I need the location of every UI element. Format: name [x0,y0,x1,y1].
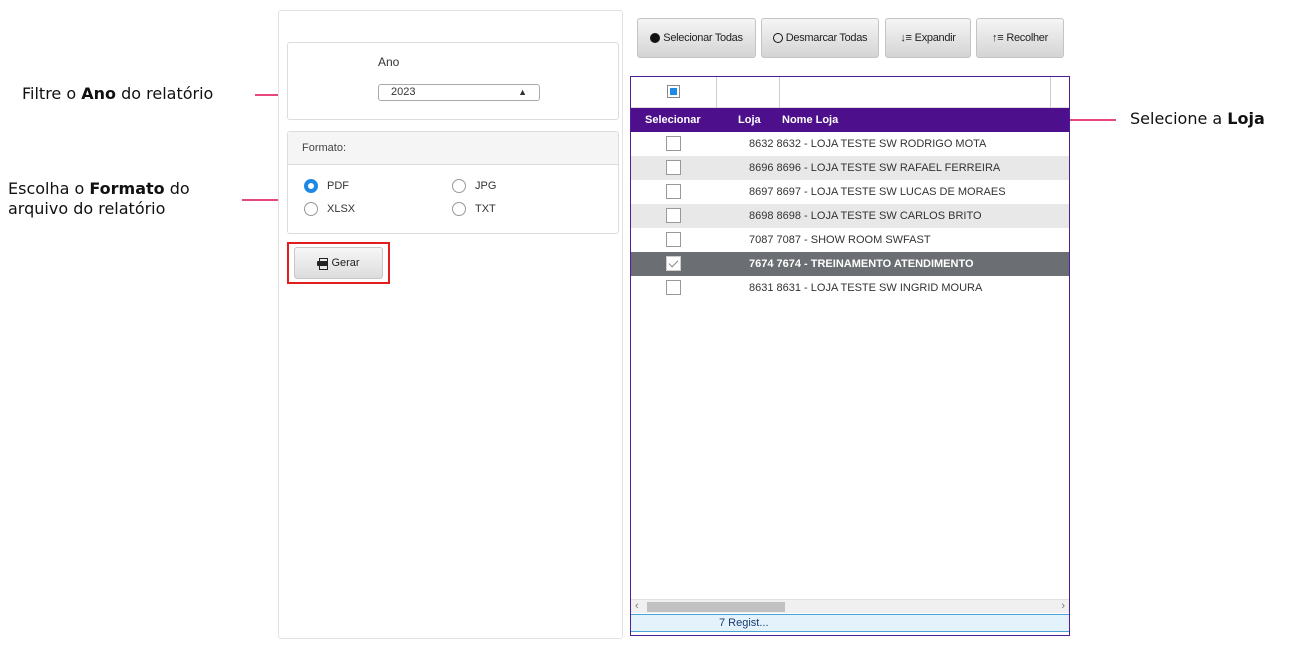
gerar-highlight-frame: Gerar [287,242,390,284]
scroll-left-icon[interactable]: ‹ [635,600,639,613]
table-row[interactable]: 8698 8698 - LOJA TESTE SW CARLOS BRITO [631,204,1069,228]
collapse-button[interactable]: ↑≡ Recolher [976,18,1064,58]
radio-unchecked-icon [452,179,466,193]
select-all-label: Selecionar Todas [663,32,743,44]
radio-txt[interactable]: TXT [452,202,496,216]
row-checkbox[interactable] [666,208,681,223]
table-row[interactable]: 7087 7087 - SHOW ROOM SWFAST [631,228,1069,252]
empty-circle-icon [772,33,783,43]
filter-cell-nome[interactable] [780,77,1051,108]
radio-label: PDF [327,180,349,192]
gerar-button-label: Gerar [331,257,360,269]
radio-unchecked-icon [452,202,466,216]
annotation-text: do relatório [116,84,214,103]
grid-filter-row [631,77,1069,108]
annotation-bold: Ano [81,84,116,103]
annotation-line-loja [1070,119,1116,121]
annotation-ano: Filtre o Ano do relatório [22,84,213,104]
annotation-text: arquivo do relatório [8,199,166,218]
col-header-nome-loja[interactable]: Nome Loja [782,108,838,132]
annotation-formato: Escolha o Formato do arquivo do relatóri… [8,179,190,219]
grid-rows: 8632 8632 - LOJA TESTE SW RODRIGO MOTA 8… [631,132,1069,300]
radio-jpg[interactable]: JPG [452,179,496,193]
row-checkbox[interactable] [666,136,681,151]
row-checkbox[interactable] [666,232,681,247]
annotation-text: do [164,179,190,198]
annotation-text: Selecione a [1130,109,1228,128]
radio-label: JPG [475,180,497,192]
annotation-bold: Loja [1227,109,1265,128]
ano-select-value: 2023 [391,86,416,98]
sort-down-icon: ↓≡ [900,32,912,44]
row-text: 7087 7087 - SHOW ROOM SWFAST [749,234,931,246]
table-row[interactable]: 8632 8632 - LOJA TESTE SW RODRIGO MOTA [631,132,1069,156]
scrollbar-thumb[interactable] [647,602,785,612]
ano-filter-box [287,42,619,120]
row-text: 8632 8632 - LOJA TESTE SW RODRIGO MOTA [749,138,987,150]
expand-label: Expandir [914,32,956,44]
radio-pdf[interactable]: PDF [304,179,349,193]
horizontal-scrollbar[interactable]: ‹ › [631,599,1069,613]
sort-up-icon: ↑≡ [992,32,1004,44]
table-row[interactable]: 8631 8631 - LOJA TESTE SW INGRID MOURA [631,276,1069,300]
ano-label: Ano [378,55,400,69]
annotation-line-formato [242,199,278,201]
lojas-grid: Selecionar Loja Nome Loja 8632 8632 - LO… [630,76,1070,636]
row-checkbox[interactable] [666,160,681,175]
radio-xlsx[interactable]: XLSX [304,202,355,216]
select-all-button[interactable]: Selecionar Todas [637,18,756,58]
expand-button[interactable]: ↓≡ Expandir [885,18,971,58]
grid-header: Selecionar Loja Nome Loja [631,108,1069,132]
row-text: 8697 8697 - LOJA TESTE SW LUCAS DE MORAE… [749,186,1006,198]
annotation-text: Escolha o [8,179,90,198]
formato-label: Formato: [288,132,618,165]
collapse-label: Recolher [1006,32,1048,44]
annotation-text: Filtre o [22,84,82,103]
deselect-all-label: Desmarcar Todas [785,32,868,44]
printer-icon [317,258,329,270]
annotation-bold: Formato [89,179,165,198]
row-checkbox[interactable] [666,184,681,199]
row-text: 8631 8631 - LOJA TESTE SW INGRID MOURA [749,282,983,294]
table-row[interactable]: 8697 8697 - LOJA TESTE SW LUCAS DE MORAE… [631,180,1069,204]
col-header-loja[interactable]: Loja [738,108,761,132]
sort-arrows-icon: ▲︎ [518,87,527,97]
scroll-right-icon[interactable]: › [1061,600,1065,613]
annotation-loja: Selecione a Loja [1130,109,1265,129]
col-header-selecionar[interactable]: Selecionar [645,108,701,132]
row-checkbox[interactable] [666,280,681,295]
radio-label: XLSX [327,203,356,215]
grid-footer-count: 7 Regist... [631,614,1069,632]
filter-cell-select [631,77,717,108]
table-row-selected[interactable]: 7674 7674 - TREINAMENTO ATENDIMENTO [631,252,1069,276]
filter-cell-loja[interactable] [717,77,780,108]
gerar-button[interactable]: Gerar [294,247,383,279]
radio-unchecked-icon [304,202,318,216]
radio-label: TXT [475,203,496,215]
row-checkbox-checked[interactable] [666,256,681,271]
row-text: 8698 8698 - LOJA TESTE SW CARLOS BRITO [749,210,982,222]
row-text: 8696 8696 - LOJA TESTE SW RAFAEL FERREIR… [749,162,1001,174]
row-text: 7674 7674 - TREINAMENTO ATENDIMENTO [749,258,974,270]
ano-select[interactable]: 2023 ▲︎ [378,84,540,101]
table-row[interactable]: 8696 8696 - LOJA TESTE SW RAFAEL FERREIR… [631,156,1069,180]
deselect-all-button[interactable]: Desmarcar Todas [761,18,879,58]
radio-checked-icon [304,179,318,193]
select-all-checkbox[interactable] [667,85,680,98]
filled-circle-icon [650,33,661,43]
